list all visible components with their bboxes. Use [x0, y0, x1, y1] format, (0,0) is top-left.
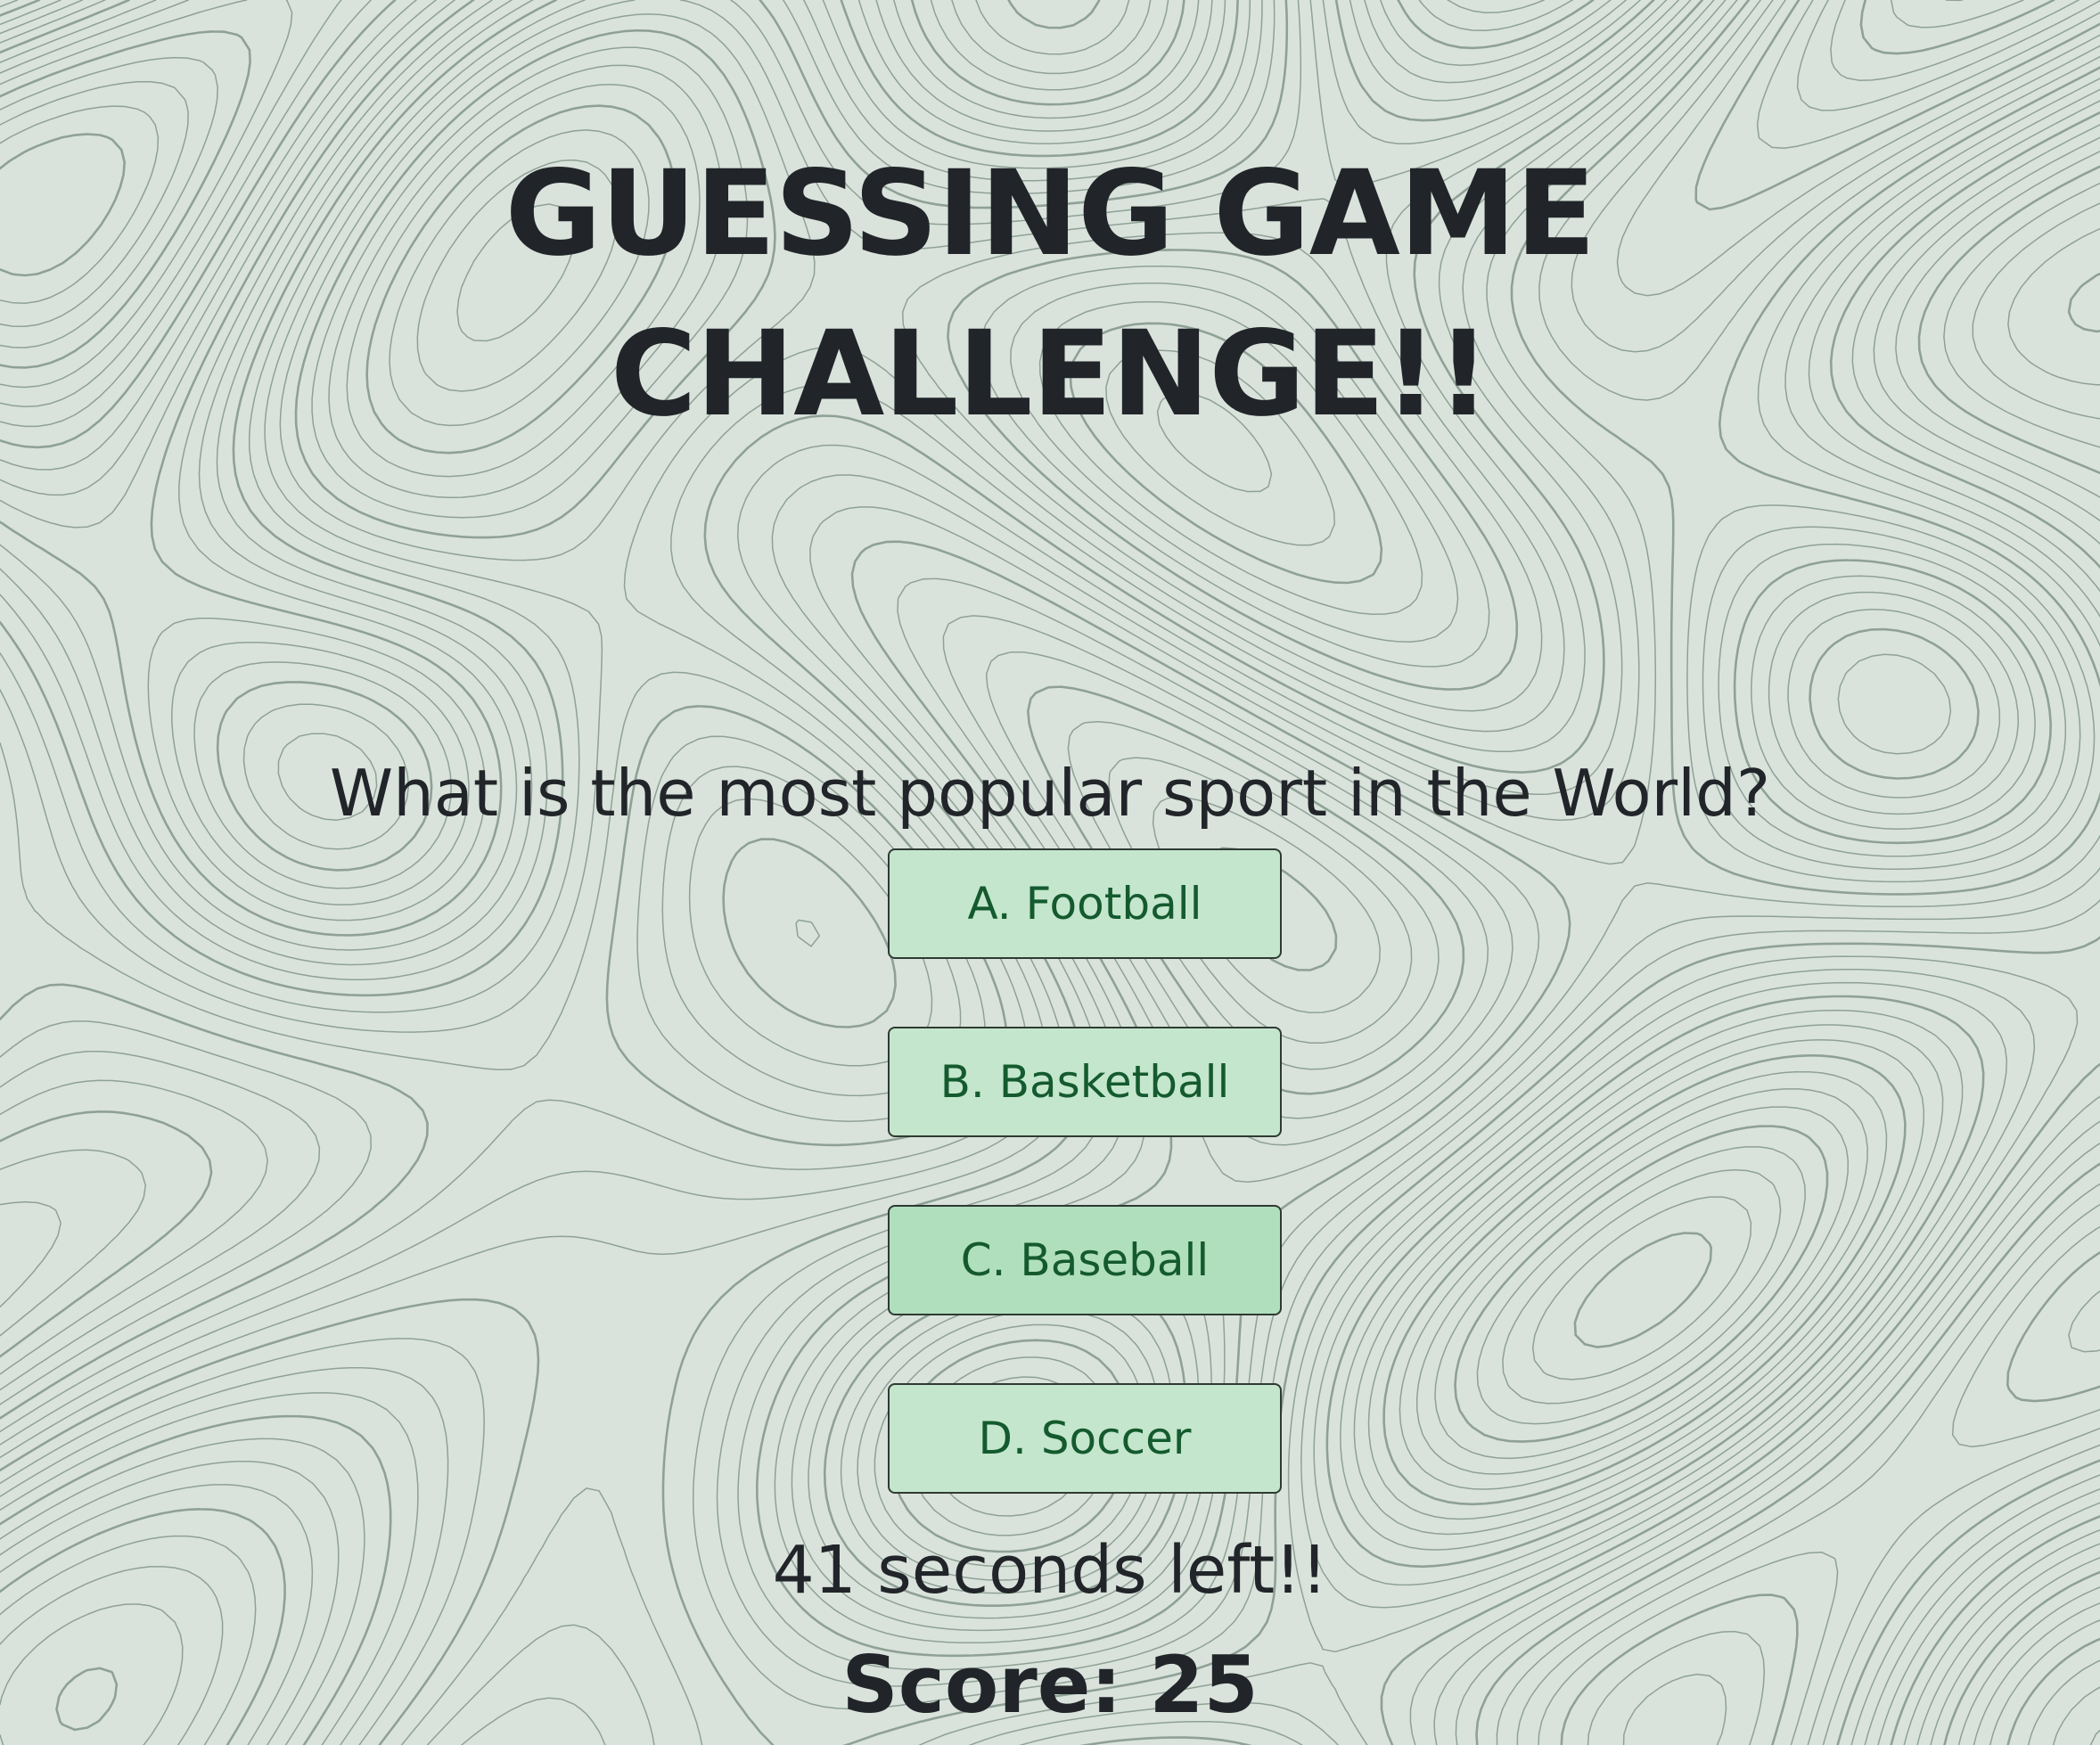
score-display: Score: 25 — [841, 1639, 1259, 1731]
answer-button-d[interactable]: D. Soccer — [888, 1383, 1282, 1494]
game-title-line-1: GUESSING GAME — [504, 145, 1596, 283]
game-title: GUESSING GAME CHALLENGE!! — [0, 134, 2100, 455]
countdown-timer: 41 seconds left!! — [772, 1532, 1328, 1609]
game-title-line-2: CHALLENGE!! — [610, 306, 1490, 443]
answer-button-a[interactable]: A. Football — [888, 848, 1282, 959]
answer-button-b[interactable]: B. Basketball — [888, 1027, 1282, 1137]
answer-button-c[interactable]: C. Baseball — [888, 1205, 1282, 1315]
question-text: What is the most popular sport in the Wo… — [329, 756, 1771, 831]
game-screen: GUESSING GAME CHALLENGE!! What is the mo… — [0, 0, 2100, 1745]
